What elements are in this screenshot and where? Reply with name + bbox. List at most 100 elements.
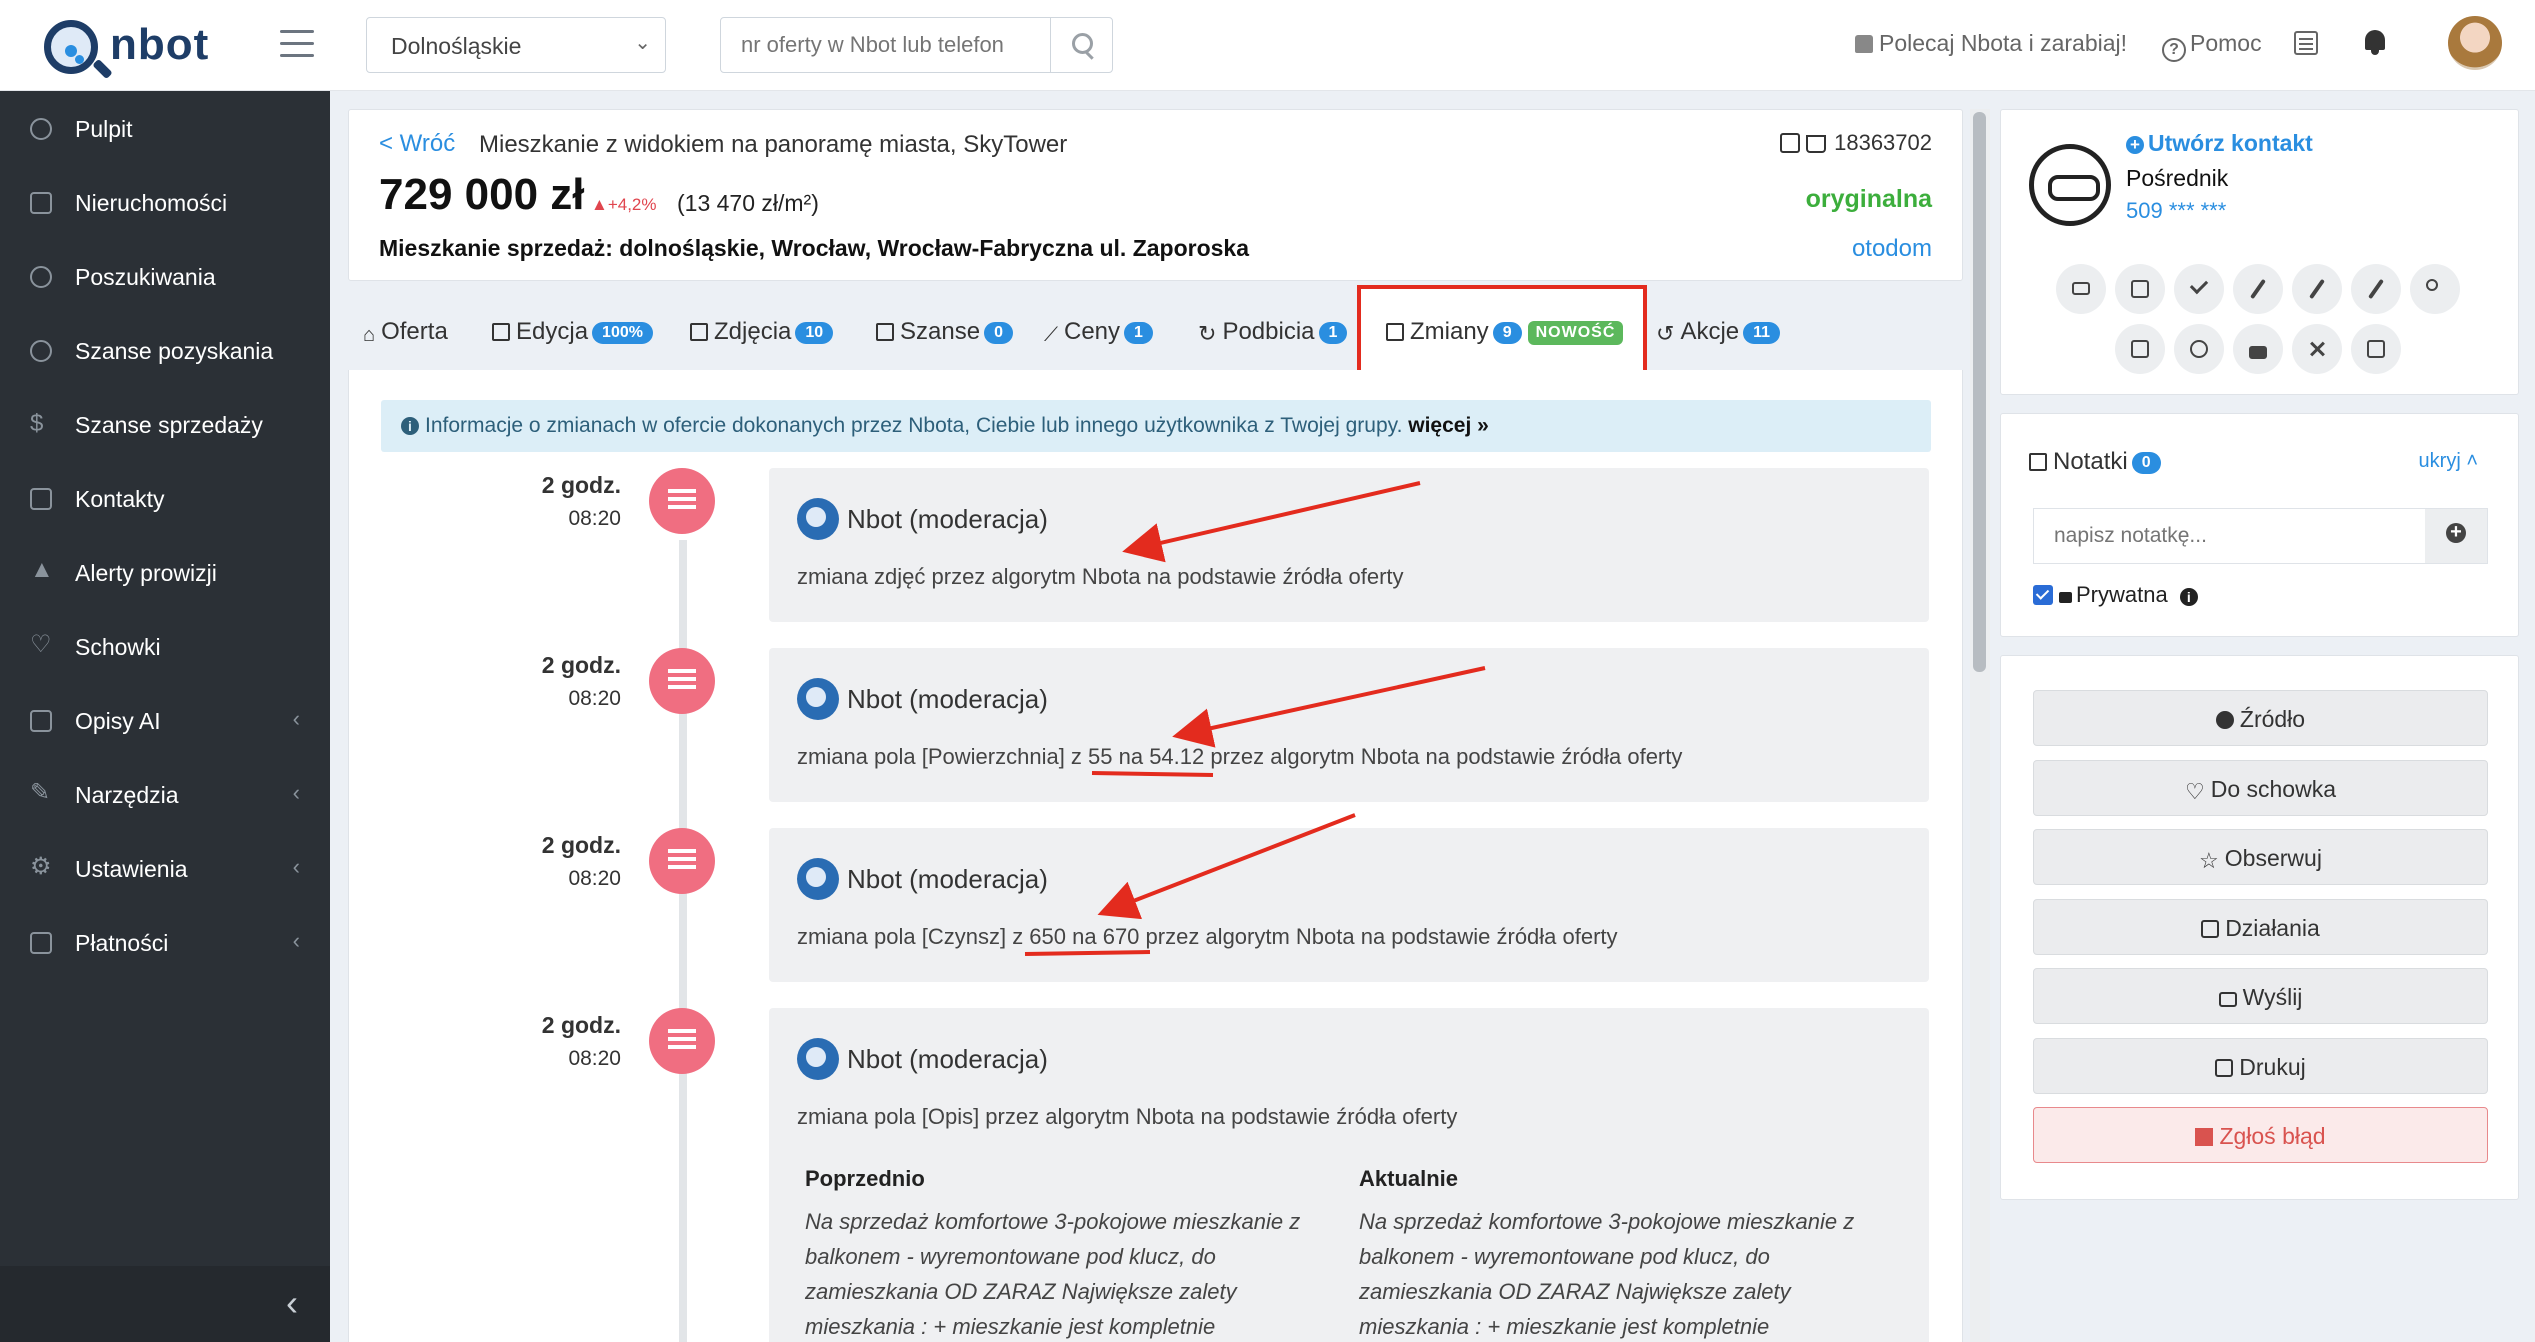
source-button[interactable]: Źródło [2033,690,2488,746]
tab-szanse[interactable]: Szanse 0 [876,318,1013,346]
dollar-icon: $ [30,410,44,437]
tab-oferta[interactable]: ⌂ Oferta [363,318,448,347]
history-icon: ↺ [1656,321,1675,346]
approve-button[interactable] [2174,264,2224,314]
sidebar-item-ustawienia[interactable]: ⚙ Ustawienia ‹ [0,838,330,898]
watch-button[interactable]: ☆ Obserwuj [2033,829,2488,885]
change-description: zmiana pola [Czynsz] z 650 na 670 przez … [797,924,1618,949]
help-link[interactable]: ? Pomoc [2162,30,2262,62]
block-button-1[interactable] [2233,264,2283,314]
gavel-button[interactable] [2115,264,2165,314]
change-description: zmiana pola [Powierzchnia] z 55 na 54.12… [797,744,1683,769]
basket-button[interactable] [2351,324,2401,374]
tab-zdjecia[interactable]: Zdjęcia 10 [690,318,834,346]
actions-card: Źródło ♡ Do schowka ☆ Obserwuj Działania W… [2000,655,2519,1200]
offer-search [720,17,1113,73]
favorite-button[interactable]: ♡ Do schowka [2033,760,2488,816]
button-label: Źródło [2239,706,2306,732]
sidebar-item-nieruchomosci[interactable]: Nieruchomości [0,172,330,232]
change-relative-time: 2 godz. [541,472,621,498]
checkbox-checked-icon[interactable] [2033,585,2053,605]
change-relative-time: 2 godz. [541,652,621,678]
tab-ceny[interactable]: ⟋ Ceny 1 [1044,318,1153,347]
refresh-icon: ↻ [1198,321,1217,346]
back-link[interactable]: < Wróć [379,130,455,158]
note-input[interactable] [2034,509,2426,563]
line-chart-icon: ⟋ [1044,324,1058,346]
user-avatar[interactable] [2448,16,2502,70]
sidebar-item-szanse-sprzedazy[interactable]: $ Szanse sprzedaży [0,394,330,454]
activities-button[interactable]: Działania [2033,899,2488,955]
sidebar-item-narzedzia[interactable]: ✎ Narzędzia ‹ [0,764,330,824]
sidebar-item-pulpit[interactable]: Pulpit [0,98,330,158]
select-checkbox-icon[interactable] [1780,133,1801,153]
key-button[interactable] [2410,264,2460,314]
block-button-3[interactable] [2351,264,2401,314]
region-select[interactable]: Dolnośląskie ⌄ [366,17,666,73]
slash-icon [2250,278,2266,300]
bell-icon [30,266,52,288]
printer-icon [2215,1059,2234,1077]
sidebar-collapse[interactable]: ‹ [0,1266,330,1342]
notifications-bell-icon[interactable] [2363,28,2387,56]
clock-button[interactable] [2174,324,2224,374]
sidebar: Pulpit Nieruchomości Poszukiwania Szanse… [0,91,330,1342]
sidebar-item-label: Poszukiwania [75,264,216,290]
current-heading: Aktualnie [1359,1166,1459,1191]
list-icon [649,1008,715,1074]
contact-phone[interactable]: 509 *** *** [2126,198,2226,224]
email-button[interactable] [2056,264,2106,314]
sidebar-item-szanse-pozyskania[interactable]: Szanse pozyskania [0,320,330,380]
lock-button[interactable] [2233,324,2283,374]
private-checkbox[interactable]: Prywatna i [2033,582,2198,608]
calendar-icon [2201,920,2220,938]
dashboard-icon [30,118,52,140]
tab-podbicia[interactable]: ↻ Podbicia 1 [1198,318,1348,347]
source-link[interactable]: otodom [1852,235,1932,263]
help-label: Pomoc [2190,30,2262,56]
sidebar-item-platnosci[interactable]: Płatności ‹ [0,912,330,972]
sidebar-item-schowki[interactable]: ♡ Schowki [0,616,330,676]
listing-tabs: ⌂ Oferta Edycja 100% Zdjęcia 10 Szanse 0 ⟋ Ce… [348,290,1963,370]
block-button-2[interactable] [2292,264,2342,314]
menu-toggle-icon[interactable] [280,30,314,58]
search-icon[interactable] [1050,18,1112,72]
briefcase-button[interactable] [2115,324,2165,374]
change-author: Nbot (moderacja) [797,858,1048,900]
nbot-logo[interactable]: nbot [44,18,214,74]
basket-icon[interactable] [1806,135,1827,153]
sidebar-item-label: Nieruchomości [75,190,228,216]
calendar-icon[interactable] [2294,31,2318,55]
send-button[interactable]: Wyślij [2033,968,2488,1024]
tab-zmiany[interactable]: Zmiany 9 NOWOŚĆ [1386,318,1624,346]
close-button[interactable] [2292,324,2342,374]
tab-edycja[interactable]: Edycja 100% [492,318,653,346]
price: 729 000 zł [379,170,585,219]
create-contact-link[interactable]: + Utwórz kontakt [2126,130,2313,157]
refer-link[interactable]: Polecaj Nbota i zarabiaj! [1855,30,2127,57]
tab-badge: 11 [1743,322,1781,344]
sidebar-item-label: Schowki [75,634,161,660]
offer-search-input[interactable] [721,18,1051,72]
note-input-group [2033,508,2488,564]
tab-badge: 9 [1492,322,1522,344]
tab-badge: 0 [984,322,1013,344]
print-button[interactable]: Drukuj [2033,1038,2488,1094]
change-author: Nbot (moderacja) [797,1038,1048,1080]
page-scrollbar-thumb[interactable] [1973,112,1986,672]
add-note-icon[interactable] [2425,509,2487,563]
sidebar-item-label: Alerty prowizji [75,560,217,586]
button-label: Drukuj [2239,1054,2306,1080]
previous-heading: Poprzednio [805,1166,925,1191]
sidebar-item-kontakty[interactable]: Kontakty [0,468,330,528]
sidebar-item-label: Opisy AI [75,708,161,734]
sidebar-item-poszukiwania[interactable]: Poszukiwania [0,246,330,306]
report-error-button[interactable]: Zgłoś błąd [2033,1107,2488,1163]
price-per-m2: (13 470 zł/m²) [677,190,819,216]
tab-akcje[interactable]: ↺ Akcje 11 [1656,318,1781,347]
price-change: ▲+4,2% [591,195,657,214]
sidebar-item-opisy-ai[interactable]: Opisy AI ‹ [0,690,330,750]
notes-hide-link[interactable]: ukryj ˄ [2419,450,2478,473]
sidebar-item-alerty-prowizji[interactable]: ▲ Alerty prowizji [0,542,330,602]
more-link[interactable]: więcej » [1408,414,1489,437]
